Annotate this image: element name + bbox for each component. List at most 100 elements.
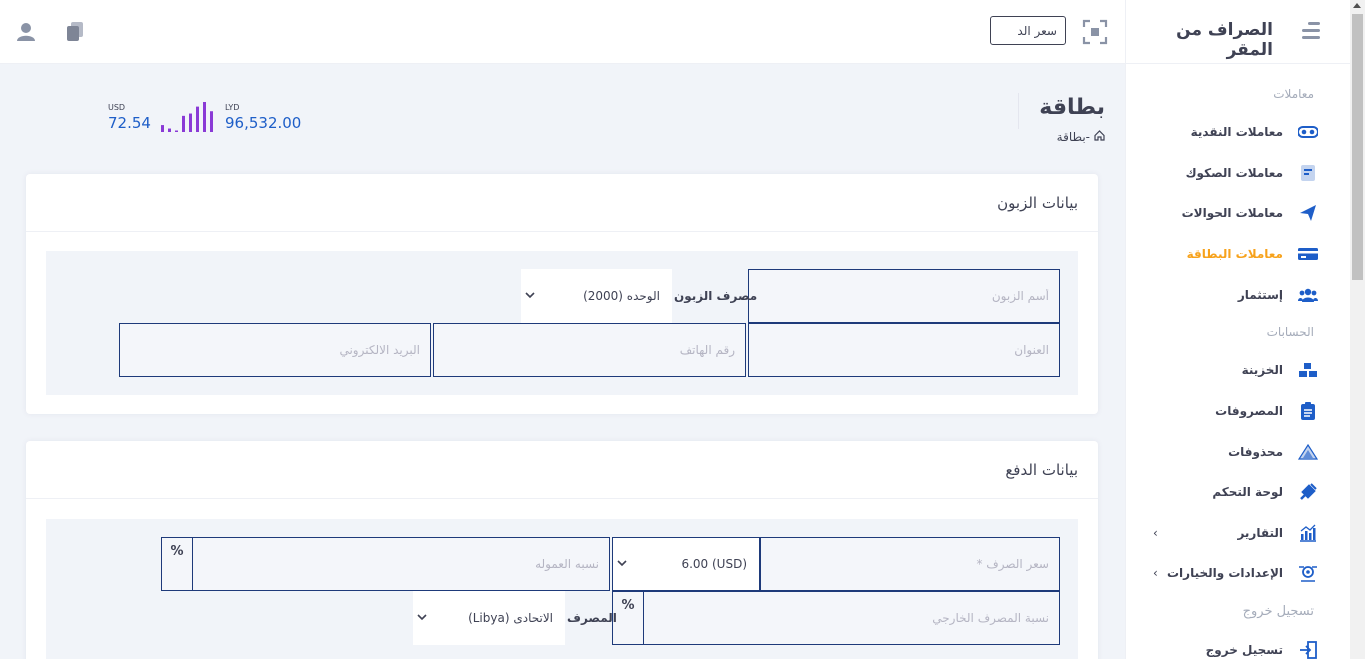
- sidebar-item-label: معاملات الحوالات: [1181, 206, 1283, 220]
- send-icon: [1298, 203, 1318, 223]
- lyd-value: 96,532.00: [225, 114, 302, 132]
- bank-value: الاتحادى (Libya): [468, 611, 553, 625]
- customer-card-header: بيانات الزبون: [26, 174, 1098, 232]
- customer-bank-select[interactable]: الوحده (2000): [521, 269, 672, 323]
- cash-icon: [1298, 122, 1318, 142]
- payment-form: (USD) 6.00 % % المصرف الاتحادى (Libya): [46, 519, 1078, 659]
- scan-icon[interactable]: [1080, 17, 1110, 47]
- sidebar: الصراف من المقر معاملات معاملات النقدية …: [1125, 0, 1350, 659]
- sidebar-item-investment[interactable]: إستثمار: [1125, 280, 1350, 310]
- sidebar-item-dashboard[interactable]: لوحة التحكم: [1125, 477, 1350, 507]
- customer-name-input[interactable]: [748, 269, 1060, 323]
- menu-toggle-icon[interactable]: [1302, 22, 1320, 40]
- spark-bar: [203, 102, 206, 132]
- sidebar-item-deleted[interactable]: محذوفات: [1125, 437, 1350, 467]
- phone-input[interactable]: [433, 323, 746, 377]
- sidebar-item-label: الإعدادات والخيارات: [1166, 566, 1283, 580]
- investment-icon: [1298, 285, 1318, 305]
- deleted-icon: [1298, 442, 1318, 462]
- copy-icon[interactable]: [63, 20, 87, 44]
- sidebar-item-label: إستثمار: [1237, 288, 1283, 302]
- brand: الصراف من المقر: [1126, 0, 1350, 64]
- sidebar-item-label: معاملات البطاقة: [1186, 247, 1283, 261]
- balance-sparkbars: [161, 102, 213, 132]
- chevron-down-icon: [417, 611, 427, 625]
- breadcrumb: -بطاقة: [1057, 130, 1105, 144]
- payment-card: بيانات الدفع (USD) 6.00 % % المصرف الاتح…: [26, 441, 1098, 659]
- expenses-icon: [1298, 401, 1318, 421]
- lyd-balance: LYD 96,532.00: [225, 103, 301, 132]
- sidebar-item-expenses[interactable]: المصروفات: [1125, 396, 1350, 426]
- brand-title: الصراف من المقر: [1176, 20, 1273, 60]
- commission-input[interactable]: [192, 537, 610, 591]
- bank-select[interactable]: الاتحادى (Libya): [413, 591, 565, 645]
- currency-value: (USD) 6.00: [681, 557, 747, 571]
- usd-balance: USD 72.54: [108, 103, 151, 132]
- sidebar-item-label: التقارير: [1237, 526, 1283, 540]
- sidebar-item-label: المصروفات: [1215, 404, 1283, 418]
- top-bar: [0, 0, 1125, 64]
- customer-bank-value: الوحده (2000): [583, 289, 660, 303]
- home-icon[interactable]: [1094, 130, 1105, 144]
- chevron-down-icon: [617, 557, 627, 571]
- payment-card-title: بيانات الدفع: [1005, 460, 1078, 479]
- breadcrumb-current[interactable]: -بطاقة: [1057, 130, 1090, 144]
- lyd-label: LYD: [225, 103, 240, 112]
- exchange-rate-field[interactable]: [760, 537, 1060, 591]
- usd-value: 72.54: [108, 114, 151, 132]
- customer-bank-label: مصرف الزبون: [674, 289, 758, 303]
- section-logout: تسجيل خروج: [1242, 604, 1314, 619]
- spark-bar: [168, 128, 171, 132]
- email-input[interactable]: [119, 323, 431, 377]
- spark-bar: [175, 130, 178, 132]
- checks-icon: [1298, 163, 1318, 183]
- sidebar-item-reports[interactable]: التقارير ›: [1125, 518, 1350, 548]
- chevron-left-icon: ›: [1153, 566, 1158, 580]
- currency-select[interactable]: (USD) 6.00: [612, 537, 760, 591]
- address-input[interactable]: [748, 323, 1060, 377]
- sidebar-item-cash[interactable]: معاملات النقدية: [1125, 117, 1350, 147]
- sidebar-item-card[interactable]: معاملات البطاقة: [1125, 239, 1350, 269]
- sidebar-item-label: لوحة التحكم: [1212, 485, 1283, 499]
- chevron-left-icon: ›: [1153, 526, 1158, 540]
- payment-card-header: بيانات الدفع: [26, 441, 1098, 499]
- scroll-up-icon[interactable]: [1353, 3, 1361, 8]
- spark-bar: [189, 113, 192, 132]
- settings-icon: [1298, 563, 1318, 583]
- sidebar-item-logout[interactable]: تسجيل خروج: [1125, 635, 1350, 659]
- spark-bar: [196, 106, 199, 132]
- reports-icon: [1298, 523, 1318, 543]
- sidebar-item-checks[interactable]: معاملات الصكوك: [1125, 158, 1350, 188]
- dashboard-icon: [1298, 482, 1318, 502]
- spark-bar: [210, 111, 213, 132]
- exchange-rate-input[interactable]: [990, 16, 1066, 45]
- page-scrollbar[interactable]: [1350, 0, 1365, 659]
- section-accounts: الحسابات: [1266, 325, 1314, 339]
- sidebar-item-transfers[interactable]: معاملات الحوالات: [1125, 198, 1350, 228]
- customer-form: مصرف الزبون الوحده (2000): [46, 251, 1078, 395]
- scroll-thumb[interactable]: [1352, 14, 1363, 280]
- sidebar-item-label: تسجيل خروج: [1205, 643, 1283, 657]
- section-transactions: معاملات: [1273, 87, 1314, 101]
- customer-card: بيانات الزبون مصرف الزبون الوحده (2000): [26, 174, 1098, 414]
- sidebar-item-treasury[interactable]: الخزينة: [1125, 355, 1350, 385]
- bank-label: المصرف: [567, 611, 617, 625]
- customer-card-title: بيانات الزبون: [997, 193, 1078, 212]
- treasury-icon: [1298, 360, 1318, 380]
- sidebar-item-label: الخزينة: [1241, 363, 1283, 377]
- card-icon: [1298, 244, 1318, 264]
- spark-bar: [182, 115, 185, 132]
- title-divider: [1018, 93, 1019, 129]
- usd-label: USD: [108, 103, 126, 112]
- commission-percent: %: [161, 537, 193, 591]
- logout-icon: [1298, 640, 1318, 659]
- chevron-down-icon: [525, 289, 535, 303]
- sidebar-item-label: محذوفات: [1228, 445, 1283, 459]
- sidebar-item-label: معاملات النقدية: [1190, 125, 1283, 139]
- spark-bar: [161, 125, 164, 132]
- page-title: بطاقة: [1039, 95, 1105, 120]
- sidebar-item-settings[interactable]: الإعدادات والخيارات ›: [1125, 558, 1350, 588]
- user-icon[interactable]: [14, 20, 38, 44]
- external-bank-rate-input[interactable]: [643, 591, 1060, 645]
- sidebar-item-label: معاملات الصكوك: [1185, 166, 1283, 180]
